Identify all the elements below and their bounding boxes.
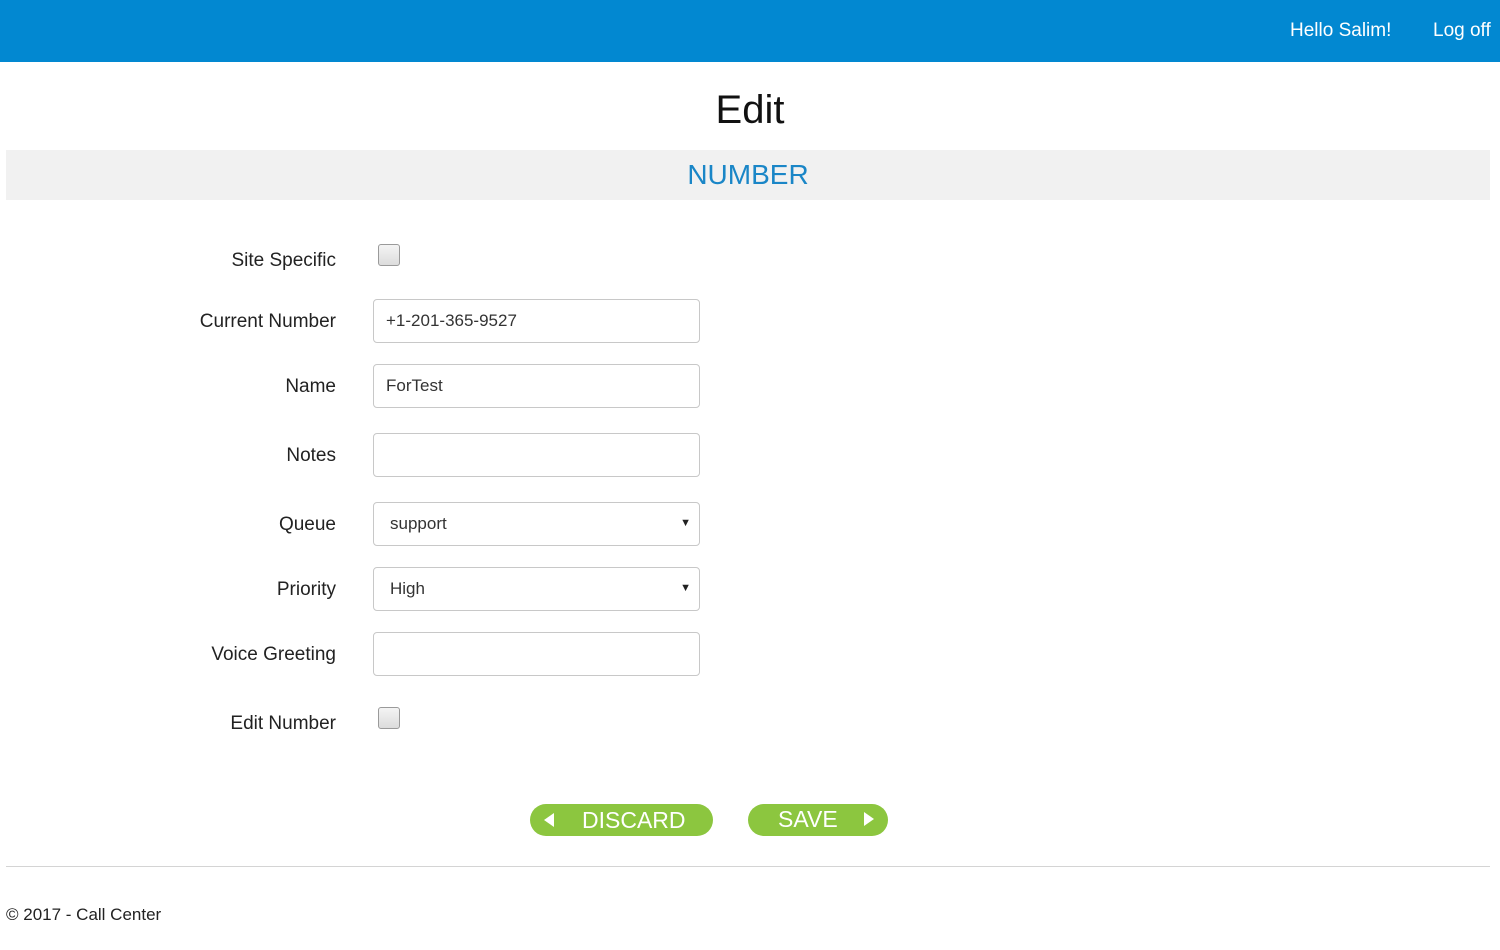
chevron-down-icon: ▼ (680, 517, 691, 529)
save-button[interactable]: SAVE (748, 804, 888, 836)
footer-divider (6, 866, 1490, 867)
discard-button-label: DISCARD (582, 807, 686, 833)
top-navbar: Hello Salim! Log off (0, 0, 1500, 62)
logoff-link[interactable]: Log off (1433, 20, 1491, 42)
edit-number-label: Edit Number (230, 713, 336, 734)
queue-label: Queue (278, 514, 336, 535)
footer-copyright: © 2017 - Call Center (6, 905, 162, 924)
notes-label: Notes (286, 445, 336, 466)
queue-select[interactable]: support ▼ (373, 502, 700, 546)
arrow-left-icon (544, 813, 554, 827)
site-specific-checkbox[interactable] (378, 244, 400, 266)
save-button-label: SAVE (778, 806, 838, 832)
priority-label: Priority (276, 579, 336, 600)
site-specific-label: Site Specific (231, 250, 336, 271)
section-title: NUMBER (687, 159, 809, 190)
section-header: NUMBER (6, 150, 1490, 200)
current-number-input[interactable] (373, 299, 700, 343)
edit-number-checkbox[interactable] (378, 707, 400, 729)
priority-selected-value: High (390, 579, 425, 598)
name-label: Name (285, 376, 336, 397)
discard-button[interactable]: DISCARD (530, 804, 713, 836)
chevron-down-icon: ▼ (680, 582, 691, 594)
current-number-label: Current Number (199, 311, 336, 332)
queue-selected-value: support (390, 514, 447, 533)
priority-select[interactable]: High ▼ (373, 567, 700, 611)
notes-input[interactable] (373, 433, 700, 477)
name-input[interactable] (373, 364, 700, 408)
user-greeting-link[interactable]: Hello Salim! (1290, 20, 1391, 42)
voice-greeting-label: Voice Greeting (211, 644, 336, 665)
page-title: Edit (715, 88, 785, 132)
arrow-right-icon (864, 812, 874, 826)
voice-greeting-input[interactable] (373, 632, 700, 676)
